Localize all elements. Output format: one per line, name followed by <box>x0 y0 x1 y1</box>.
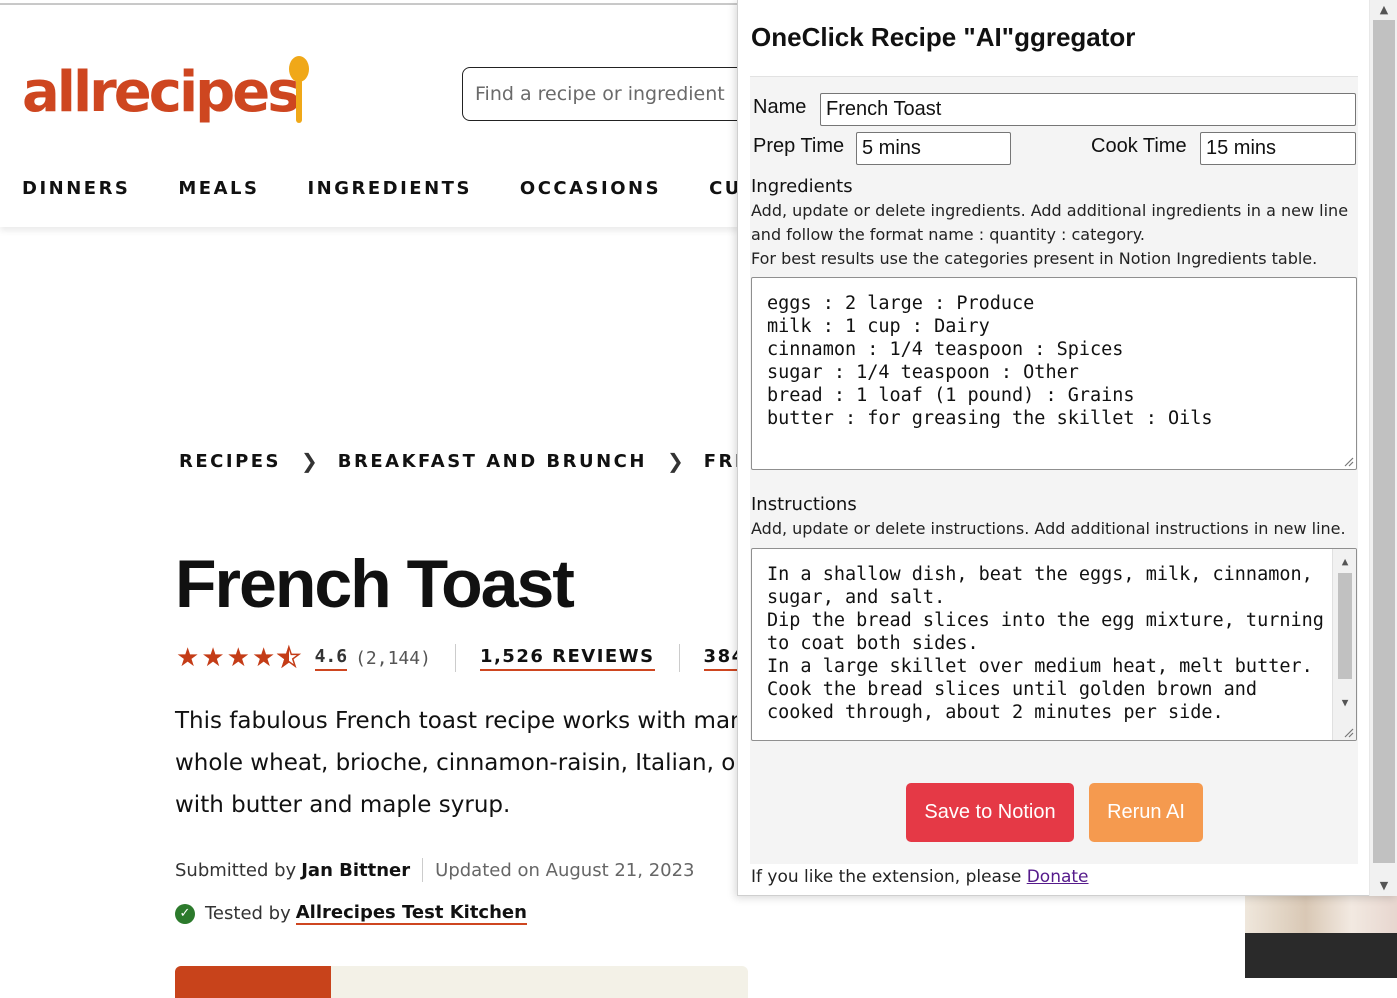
scrollbar-thumb[interactable] <box>1338 573 1352 679</box>
instructions-help: Add, update or delete instructions. Add … <box>751 519 1346 538</box>
ingredients-heading: Ingredients <box>751 176 853 197</box>
instruction-line: to coat both sides. <box>767 633 979 654</box>
scroll-down-icon[interactable]: ▼ <box>1370 876 1397 894</box>
resize-grip-icon[interactable] <box>1342 455 1354 467</box>
scroll-up-icon[interactable]: ▲ <box>1370 0 1397 18</box>
logo-text: allrecipes <box>22 60 301 125</box>
prep-time-input[interactable]: 5 mins <box>856 132 1011 165</box>
nav-ingredients[interactable]: INGREDIENTS <box>307 178 471 199</box>
nav-occasions[interactable]: OCCASIONS <box>520 178 661 199</box>
breadcrumb: RECIPES ❯ BREAKFAST AND BRUNCH ❯ FRENCH … <box>179 449 824 473</box>
rerun-ai-button[interactable]: Rerun AI <box>1089 783 1203 842</box>
instruction-line: sugar, and salt. <box>767 587 946 608</box>
instructions-heading: Instructions <box>751 494 857 515</box>
scrollbar-thumb[interactable] <box>1373 20 1395 863</box>
ingredients-help: Add, update or delete ingredients. Add a… <box>751 201 1349 268</box>
star-icon: ★ <box>251 643 276 673</box>
cook-time-label: Cook Time <box>1091 135 1187 157</box>
ingredient-line: milk : 1 cup : Dairy <box>767 316 990 337</box>
side-ad-panel <box>1245 933 1397 978</box>
save-to-notion-button[interactable]: Save to Notion <box>906 783 1074 842</box>
recipe-action-bar <box>175 966 748 998</box>
scroll-up-icon[interactable]: ▲ <box>1333 551 1356 571</box>
instruction-line: In a large skillet over medium heat, mel… <box>767 656 1313 677</box>
scroll-down-icon[interactable]: ▼ <box>1333 692 1356 712</box>
breadcrumb-breakfast[interactable]: BREAKFAST AND BRUNCH <box>338 451 647 472</box>
site-header: allrecipes Find a recipe or ingredient D… <box>0 5 821 227</box>
instructions-scrollbar[interactable]: ▲ ▼ <box>1332 549 1356 740</box>
ingredient-line: bread : 1 loaf (1 pound) : Grains <box>767 385 1135 406</box>
instruction-line: Dip the bread slices into the egg mixtur… <box>767 610 1324 631</box>
author-link[interactable]: Jan Bittner <box>301 860 410 881</box>
popup-footer: If you like the extension, please Donate <box>751 867 1089 887</box>
popup-scrollbar[interactable]: ▲ ▼ <box>1369 0 1397 896</box>
divider <box>422 858 424 882</box>
instructions-textarea[interactable]: In a shallow dish, beat the eggs, milk, … <box>751 548 1357 741</box>
prep-time-label: Prep Time <box>753 135 845 157</box>
recipe-form: Name French Toast Prep Time 5 mins Cook … <box>750 76 1358 864</box>
site-search-input[interactable]: Find a recipe or ingredient <box>462 67 752 121</box>
nav-meals[interactable]: MEALS <box>178 178 259 199</box>
ingredients-textarea[interactable]: eggs : 2 large : Produce milk : 1 cup : … <box>751 277 1357 470</box>
chevron-right-icon: ❯ <box>666 449 684 473</box>
extension-popup: OneClick Recipe "AI"ggregator Name Frenc… <box>737 0 1397 896</box>
donate-link[interactable]: Donate <box>1027 867 1089 887</box>
byline: Submitted by Jan Bittner Updated on Augu… <box>175 858 695 882</box>
reviews-link[interactable]: 1,526 REVIEWS <box>479 646 655 671</box>
instruction-line: Cook the bread slices until golden brown… <box>767 679 1258 700</box>
ingredient-line: eggs : 2 large : Produce <box>767 293 1035 314</box>
recipe-description: This fabulous French toast recipe works … <box>175 708 759 818</box>
ingredient-line: butter : for greasing the skillet : Oils <box>767 408 1213 429</box>
test-kitchen-link[interactable]: Allrecipes Test Kitchen <box>295 902 527 925</box>
name-input[interactable]: French Toast <box>820 93 1356 126</box>
divider <box>678 644 680 672</box>
rating-value[interactable]: 4.6 <box>314 646 348 671</box>
spoon-icon <box>289 56 309 123</box>
check-badge-icon: ✓ <box>175 903 195 924</box>
updated-date: Updated on August 21, 2023 <box>435 859 695 881</box>
star-icon: ★ <box>226 643 250 673</box>
instruction-line: In a shallow dish, beat the eggs, milk, … <box>767 564 1313 585</box>
chevron-right-icon: ❯ <box>301 449 318 473</box>
ingredient-line: sugar : 1/4 teaspoon : Other <box>767 362 1079 383</box>
recipe-title: French Toast <box>175 546 575 622</box>
star-half-icon: ★ <box>276 643 301 673</box>
ingredient-line: cinnamon : 1/4 teaspoon : Spices <box>767 339 1124 360</box>
nav-dinners[interactable]: DINNERS <box>22 178 130 199</box>
rating-stars: ★ ★ ★ ★ ★ <box>176 643 301 673</box>
star-icon: ★ <box>176 643 200 673</box>
tested-by: ✓ Tested by Allrecipes Test Kitchen <box>175 902 527 925</box>
allrecipes-logo[interactable]: allrecipes <box>22 53 322 133</box>
breadcrumb-recipes[interactable]: RECIPES <box>179 451 281 472</box>
footer-text: If you like the extension, please <box>751 867 1022 887</box>
tested-prefix: Tested by <box>205 903 291 924</box>
popup-title: OneClick Recipe "AI"ggregator <box>751 22 1136 52</box>
resize-grip-icon[interactable] <box>1342 726 1354 738</box>
side-ad-image <box>1245 895 1397 933</box>
star-icon: ★ <box>201 643 225 673</box>
rating-count: (2,144) <box>355 647 431 669</box>
divider <box>454 644 456 672</box>
cook-time-input[interactable]: 15 mins <box>1200 132 1356 165</box>
rating-row: ★ ★ ★ ★ ★ 4.6 (2,144) 1,526 REVIEWS 384 <box>176 643 746 673</box>
name-label: Name <box>753 96 807 118</box>
submitted-prefix: Submitted by <box>175 859 297 881</box>
save-recipe-button[interactable] <box>175 966 331 998</box>
instruction-line: cooked through, about 2 minutes per side… <box>767 702 1224 723</box>
